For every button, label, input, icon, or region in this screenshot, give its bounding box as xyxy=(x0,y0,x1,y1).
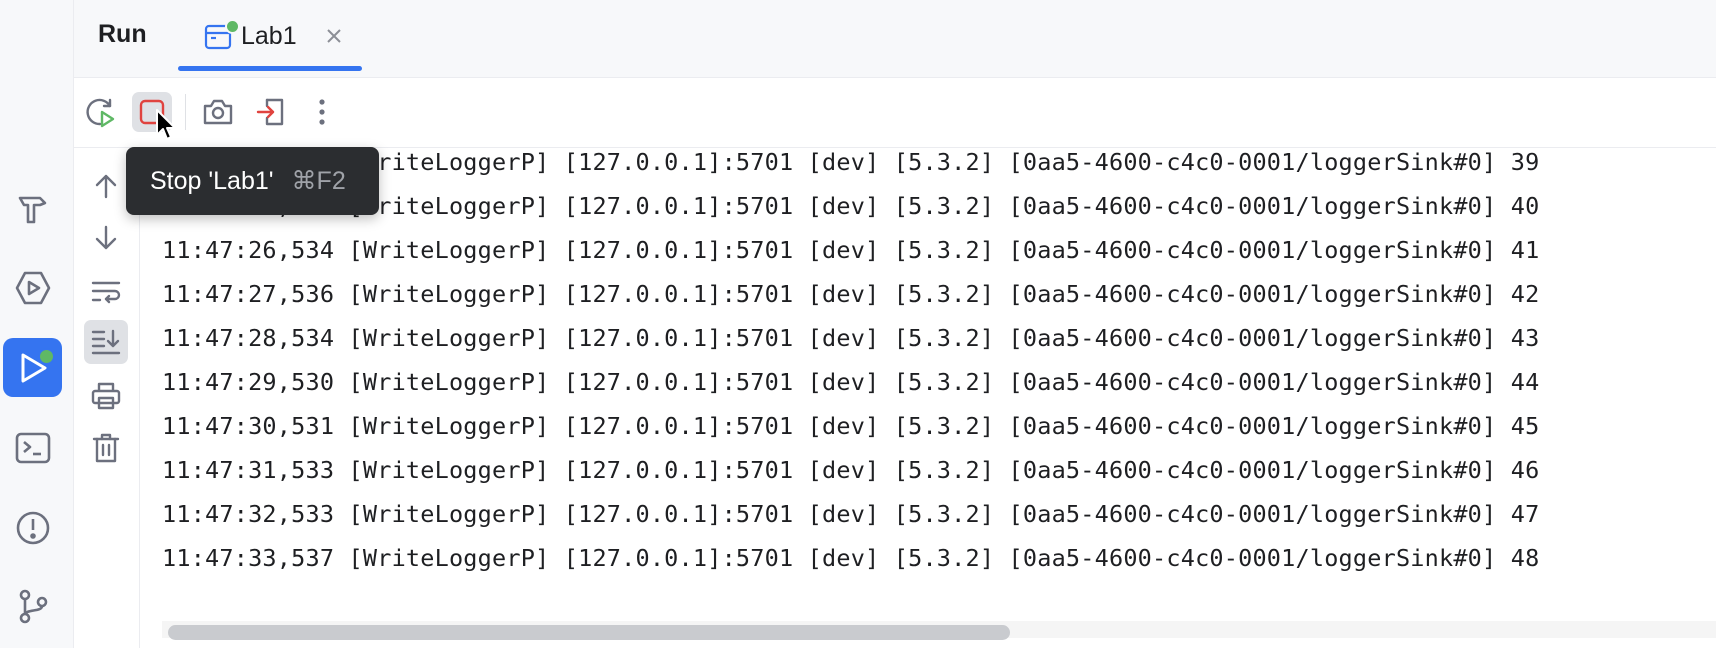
running-indicator-dot xyxy=(225,19,240,34)
soft-wrap-icon xyxy=(91,281,121,304)
toolbar-separator xyxy=(185,94,186,130)
console-line: 11:47:30,531 [WriteLoggerP] [127.0.0.1]:… xyxy=(162,412,1540,440)
scroll-to-end-icon xyxy=(91,329,121,355)
tab-label: Lab1 xyxy=(241,22,297,50)
console-line: 11:47:29,530 [WriteLoggerP] [127.0.0.1]:… xyxy=(162,368,1540,396)
more-options-button[interactable] xyxy=(302,92,342,132)
mouse-cursor-icon xyxy=(156,109,176,140)
console-line: 11:47:27,536 [WriteLoggerP] [127.0.0.1]:… xyxy=(162,280,1540,308)
run-toolbar xyxy=(74,78,1716,148)
terminal-icon xyxy=(15,432,50,463)
soft-wrap-button[interactable] xyxy=(84,270,128,314)
run-tool-window-header: Run Lab1 xyxy=(74,0,1716,78)
tool-window-title: Run xyxy=(98,20,147,48)
previous-occurrence-button[interactable] xyxy=(84,164,128,208)
exit-icon xyxy=(256,98,284,126)
tool-window-stripe xyxy=(0,0,74,648)
stop-tooltip: Stop 'Lab1' ⌘F2 xyxy=(126,147,379,215)
rerun-button[interactable] xyxy=(80,92,120,132)
rerun-icon xyxy=(86,98,115,128)
console-line: 11:47:31,533 [WriteLoggerP] [127.0.0.1]:… xyxy=(162,456,1540,484)
services-button[interactable] xyxy=(3,258,62,317)
build-button[interactable] xyxy=(3,178,62,237)
tooltip-shortcut: ⌘F2 xyxy=(291,167,346,195)
dump-threads-button[interactable] xyxy=(198,92,238,132)
terminal-button[interactable] xyxy=(3,418,62,477)
services-icon xyxy=(15,271,50,304)
git-icon xyxy=(19,589,47,623)
camera-icon xyxy=(203,99,233,125)
console-line: 11:47:26,534 [WriteLoggerP] [127.0.0.1]:… xyxy=(162,236,1540,264)
console-output[interactable]: 11:47:24,534 [WriteLoggerP] [127.0.0.1]:… xyxy=(140,148,1716,608)
clear-all-button[interactable] xyxy=(84,426,128,470)
more-vertical-icon xyxy=(319,99,325,125)
tab-lab1[interactable]: Lab1 xyxy=(178,0,362,77)
console-line: 11:47:28,534 [WriteLoggerP] [127.0.0.1]:… xyxy=(162,324,1540,352)
console-line: 11:47:33,537 [WriteLoggerP] [127.0.0.1]:… xyxy=(162,544,1540,572)
print-button[interactable] xyxy=(84,374,128,418)
console-side-toolbar xyxy=(74,148,140,648)
arrow-down-icon xyxy=(95,225,117,250)
next-occurrence-button[interactable] xyxy=(84,216,128,260)
trash-icon xyxy=(92,433,120,463)
close-icon[interactable] xyxy=(325,27,343,45)
print-icon xyxy=(91,382,121,410)
git-button[interactable] xyxy=(3,576,62,635)
console-line: 11:47:32,533 [WriteLoggerP] [127.0.0.1]:… xyxy=(162,500,1540,528)
problems-button[interactable] xyxy=(3,498,62,557)
tooltip-text: Stop 'Lab1' xyxy=(150,166,274,195)
tab-selected-underline xyxy=(178,66,362,71)
exit-button[interactable] xyxy=(251,92,291,132)
scroll-to-end-button[interactable] xyxy=(84,320,128,364)
arrow-up-icon xyxy=(95,174,117,199)
build-icon xyxy=(18,196,46,223)
problems-icon xyxy=(16,511,49,544)
horizontal-scrollbar-thumb[interactable] xyxy=(168,625,1010,640)
running-indicator-dot xyxy=(38,348,55,365)
run-tool-button[interactable] xyxy=(3,338,62,397)
